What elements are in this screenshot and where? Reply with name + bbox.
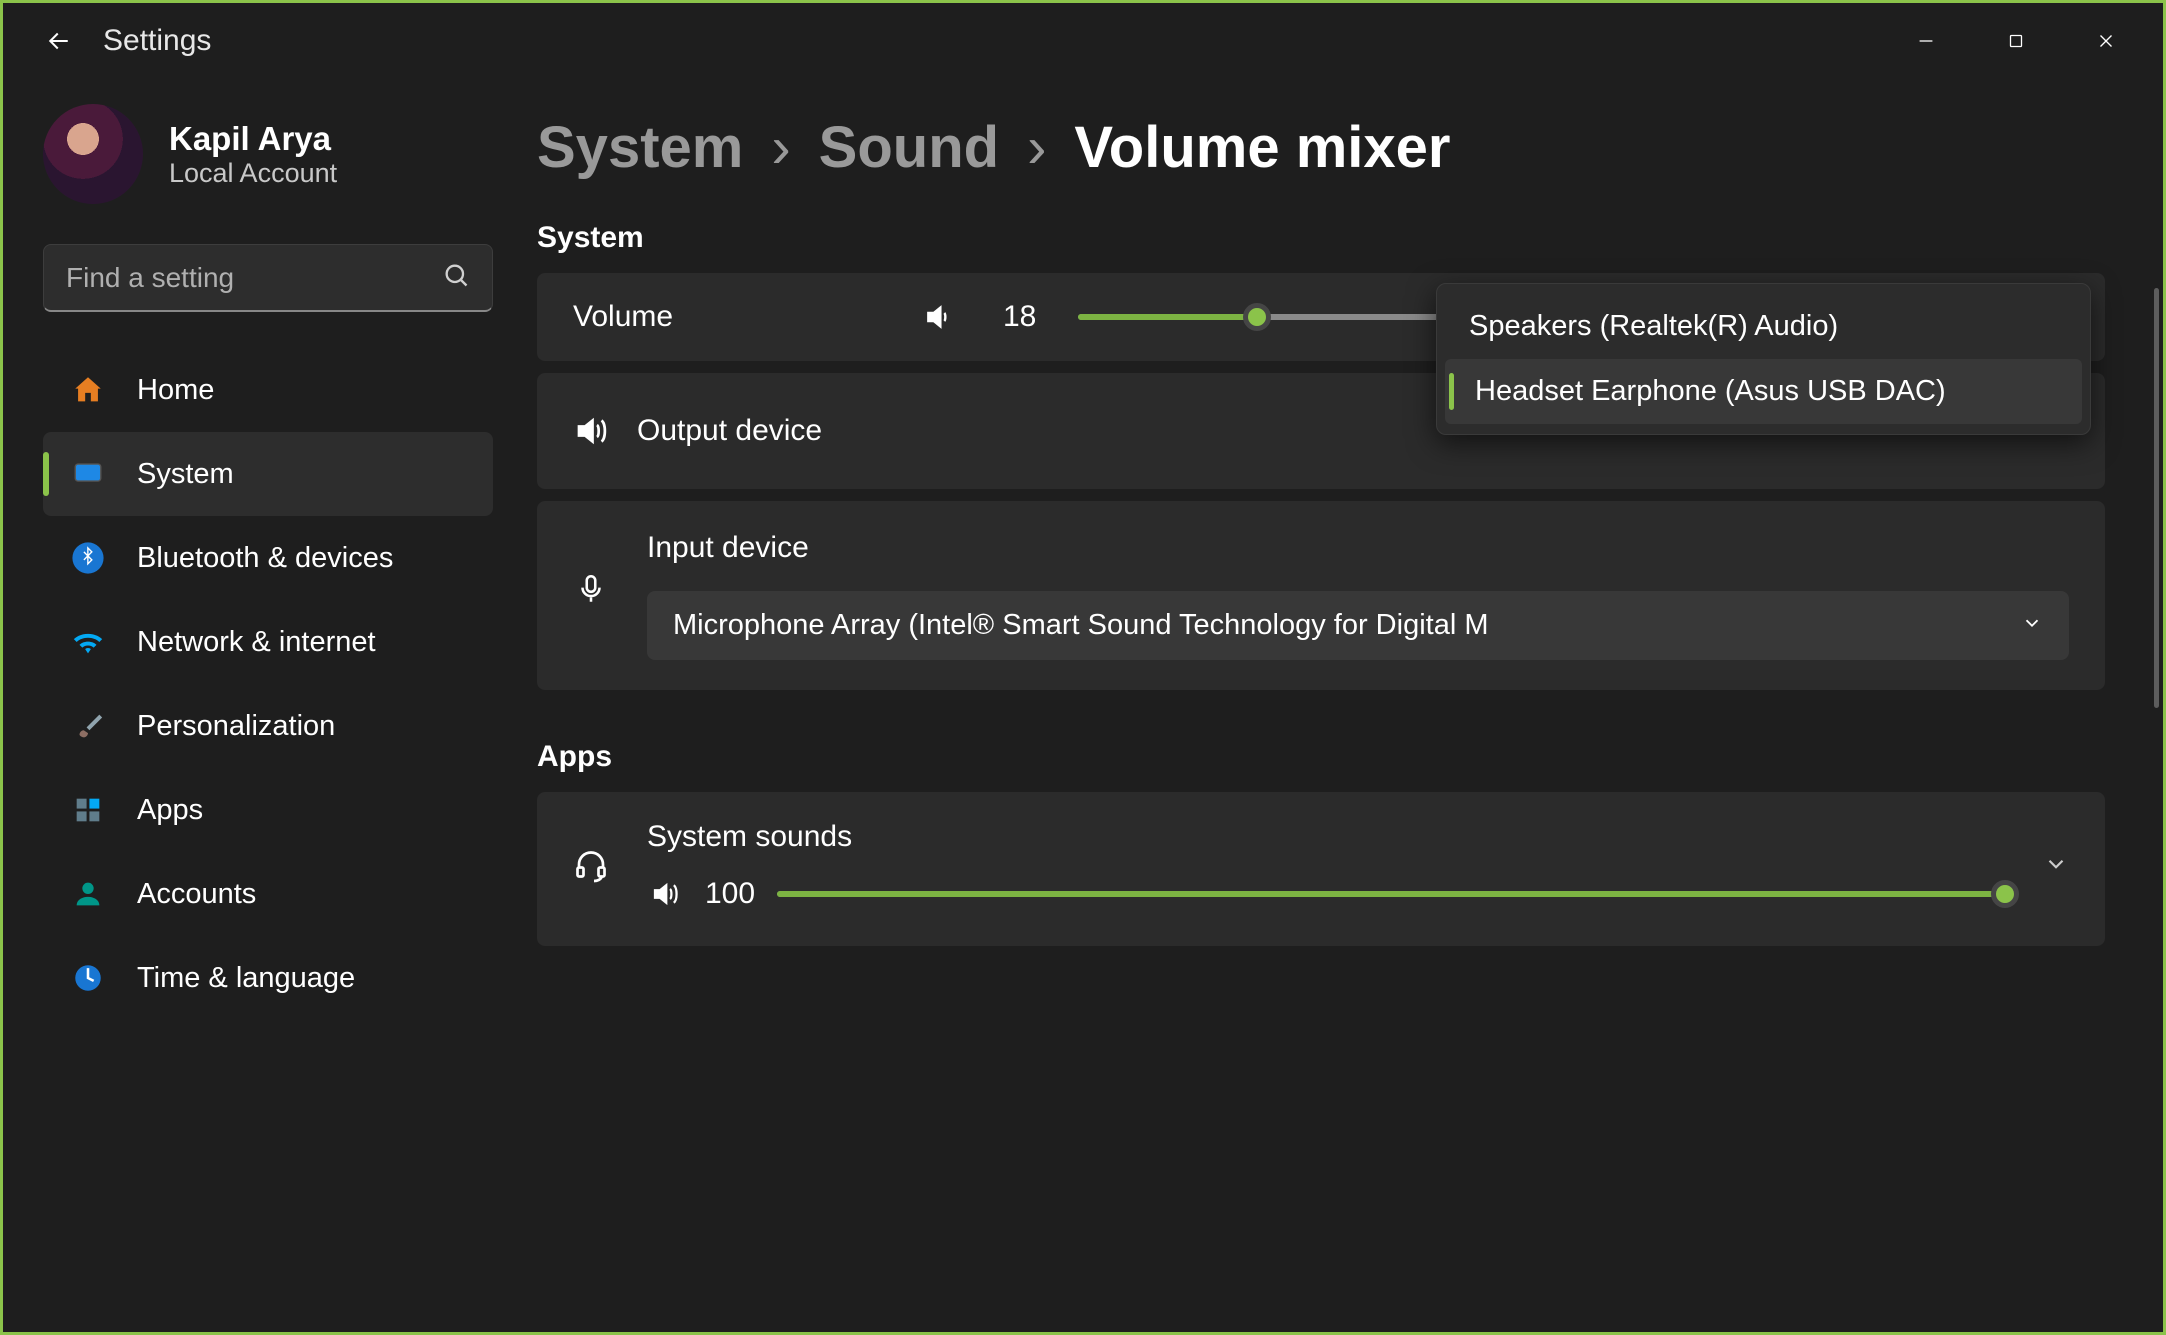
output-device-card: Output device Speakers (Realtek(R) Audio…	[537, 373, 2105, 489]
speaker-loud-icon	[573, 413, 609, 449]
breadcrumb-sound[interactable]: Sound	[819, 114, 999, 181]
wifi-icon	[69, 623, 107, 661]
back-button[interactable]	[43, 25, 75, 57]
paintbrush-icon	[69, 707, 107, 745]
volume-value: 18	[1003, 300, 1036, 334]
system-sounds-value: 100	[705, 877, 755, 911]
input-device-select[interactable]: Microphone Array (Intel® Smart Sound Tec…	[647, 591, 2069, 660]
search-icon	[442, 261, 470, 294]
breadcrumb: System › Sound › Volume mixer	[537, 114, 2105, 181]
globe-clock-icon	[69, 959, 107, 997]
search-input[interactable]	[66, 262, 428, 294]
speaker-icon[interactable]	[921, 299, 957, 335]
person-icon	[69, 875, 107, 913]
user-account-type: Local Account	[169, 158, 337, 189]
input-device-card: Input device Microphone Array (Intel® Sm…	[537, 501, 2105, 690]
input-device-label: Input device	[647, 531, 2069, 565]
system-icon	[69, 455, 107, 493]
scrollbar[interactable]	[2154, 288, 2159, 708]
input-device-selected: Microphone Array (Intel® Smart Sound Tec…	[673, 609, 1488, 642]
nav-label: Home	[137, 374, 214, 407]
nav-label: Personalization	[137, 710, 335, 743]
breadcrumb-current: Volume mixer	[1074, 114, 1450, 181]
speaker-loud-icon[interactable]	[647, 876, 683, 912]
section-header-apps: Apps	[537, 740, 2105, 774]
nav-apps[interactable]: Apps	[43, 768, 493, 852]
apps-icon	[69, 791, 107, 829]
nav-label: System	[137, 458, 234, 491]
output-option-headset[interactable]: Headset Earphone (Asus USB DAC)	[1445, 359, 2082, 424]
nav-time-language[interactable]: Time & language	[43, 936, 493, 1020]
minimize-button[interactable]	[1881, 16, 1971, 66]
chevron-down-icon	[2003, 609, 2043, 642]
output-device-dropdown: Speakers (Realtek(R) Audio) Headset Earp…	[1436, 283, 2091, 435]
nav-home[interactable]: Home	[43, 348, 493, 432]
system-sounds-slider[interactable]	[777, 891, 2005, 897]
system-sounds-card: System sounds 100	[537, 792, 2105, 946]
bluetooth-icon	[69, 539, 107, 577]
nav-label: Apps	[137, 794, 203, 827]
chevron-right-icon: ›	[771, 114, 790, 181]
breadcrumb-system[interactable]: System	[537, 114, 743, 181]
expand-button[interactable]	[2043, 851, 2069, 882]
output-option-speakers[interactable]: Speakers (Realtek(R) Audio)	[1445, 294, 2082, 359]
maximize-button[interactable]	[1971, 16, 2061, 66]
nav-label: Bluetooth & devices	[137, 542, 393, 575]
nav-label: Network & internet	[137, 626, 376, 659]
section-header-system: System	[537, 221, 2105, 255]
system-sounds-label: System sounds	[647, 820, 2005, 854]
headset-icon	[573, 848, 609, 884]
output-device-label: Output device	[637, 414, 957, 448]
nav-network[interactable]: Network & internet	[43, 600, 493, 684]
search-box[interactable]	[43, 244, 493, 312]
volume-label: Volume	[573, 300, 893, 334]
nav-label: Accounts	[137, 878, 256, 911]
nav-system[interactable]: System	[43, 432, 493, 516]
close-button[interactable]	[2061, 16, 2151, 66]
nav-bluetooth[interactable]: Bluetooth & devices	[43, 516, 493, 600]
user-block[interactable]: Kapil Arya Local Account	[43, 104, 493, 204]
nav-label: Time & language	[137, 962, 355, 995]
app-title: Settings	[103, 24, 211, 58]
nav-accounts[interactable]: Accounts	[43, 852, 493, 936]
home-icon	[69, 371, 107, 409]
nav-personalization[interactable]: Personalization	[43, 684, 493, 768]
avatar	[43, 104, 143, 204]
chevron-right-icon: ›	[1027, 114, 1046, 181]
microphone-icon	[573, 571, 609, 607]
user-name: Kapil Arya	[169, 120, 337, 158]
